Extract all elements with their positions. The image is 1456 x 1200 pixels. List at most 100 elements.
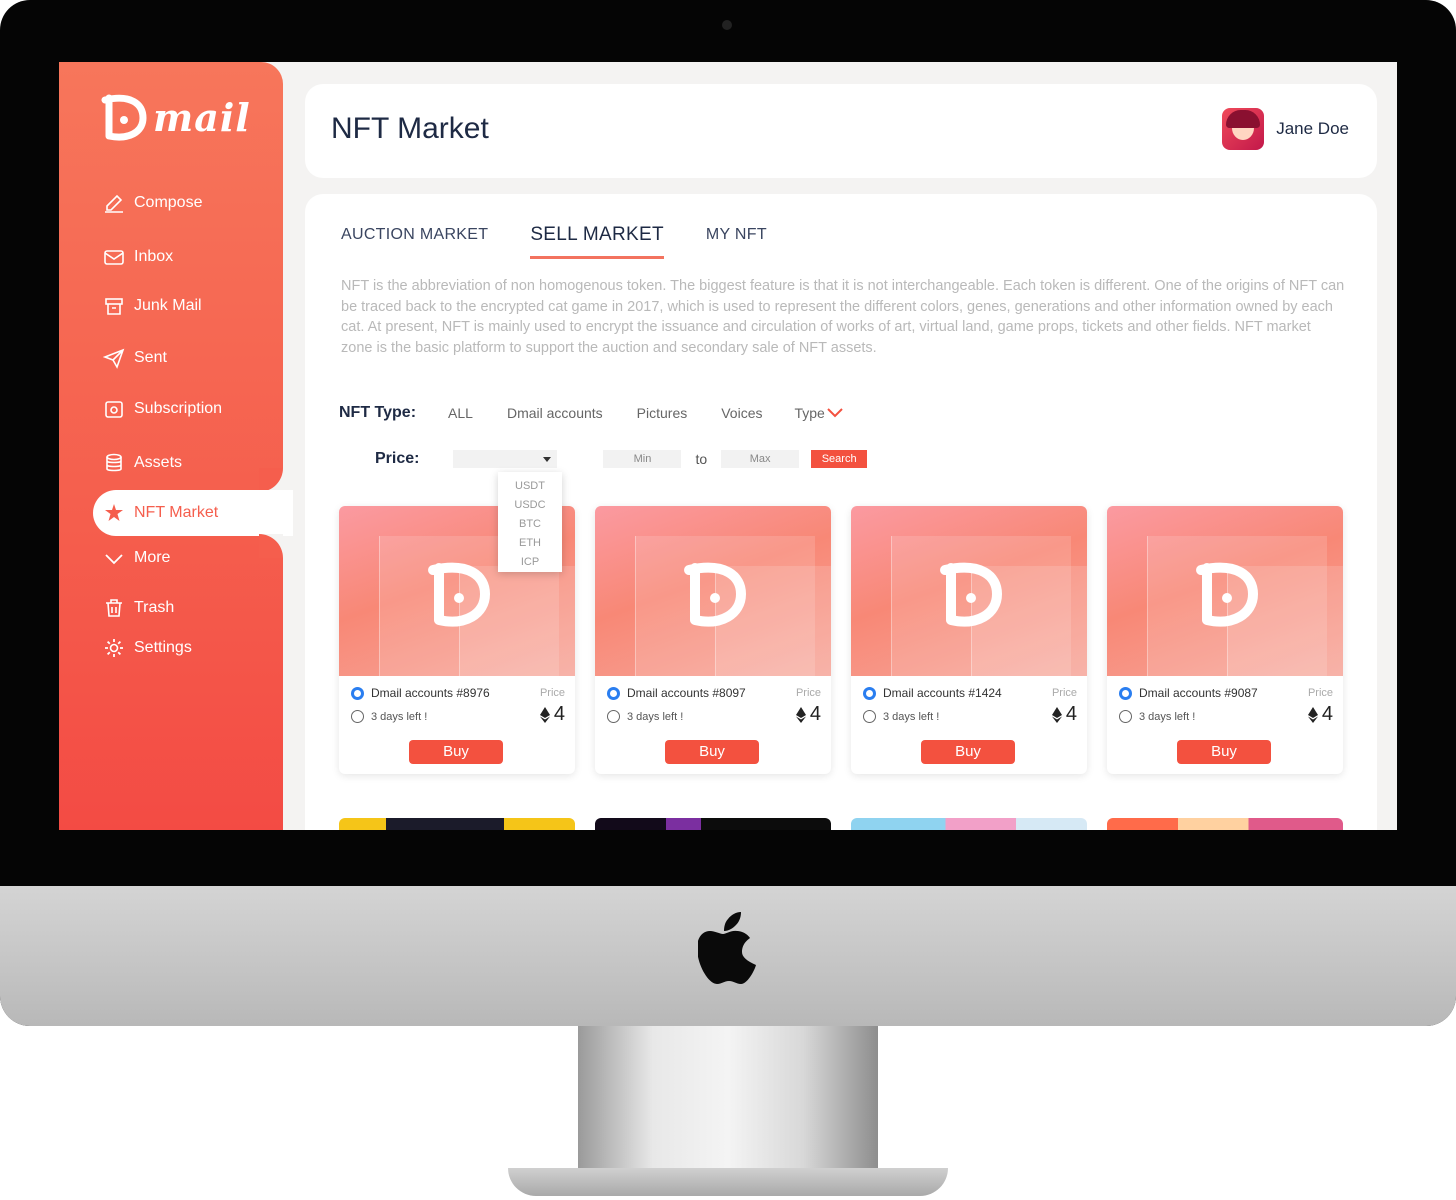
sidebar-item-trash[interactable]: Trash <box>103 595 174 621</box>
sidebar-item-assets[interactable]: Assets <box>103 450 182 476</box>
nft-card-grid: Dmail accounts #8976 Price 3 days left !… <box>339 506 1343 774</box>
currency-select[interactable] <box>453 450 558 468</box>
monitor-chin <box>0 886 1456 1026</box>
eth-icon <box>1051 706 1062 723</box>
price-label: Price <box>1307 687 1333 699</box>
eth-icon <box>795 706 806 723</box>
brand-logo[interactable]: mail <box>101 90 251 144</box>
monitor-stand-neck <box>578 1026 878 1176</box>
max-price-input[interactable]: Max <box>721 450 800 468</box>
price-filter: Price: Min to Max Search <box>375 450 868 468</box>
nft-thumbnail[interactable] <box>339 818 575 830</box>
price-amount: 4 <box>809 703 821 725</box>
apple-logo-icon <box>698 912 756 984</box>
subscription-icon <box>105 401 123 418</box>
price-label: Price <box>795 687 821 699</box>
buy-button[interactable]: Buy <box>1177 740 1271 764</box>
nft-image[interactable] <box>851 506 1087 676</box>
dmail-logo-icon <box>101 94 147 141</box>
screen: mail Compose Inbox Junk Mail Sent Subscr… <box>59 62 1397 830</box>
type-option-voices[interactable]: Voices <box>721 405 762 421</box>
time-left: 3 days left ! <box>883 710 940 723</box>
nft-card-grid-row-2 <box>339 818 1343 830</box>
chevron-down-icon <box>105 554 123 565</box>
nft-market-icon <box>105 504 123 521</box>
nft-card[interactable]: Dmail accounts #9087 Price 3 days left !… <box>1107 506 1343 774</box>
currency-option-eth[interactable]: ETH <box>498 534 562 553</box>
clock-icon <box>351 710 364 723</box>
currency-option-usdc[interactable]: USDC <box>498 496 562 515</box>
junk-icon <box>105 298 123 315</box>
clock-icon <box>1119 710 1132 723</box>
tab-sell-market[interactable]: SELL MARKET <box>530 224 664 259</box>
gear-icon <box>105 639 123 657</box>
price-amount: 4 <box>553 703 565 725</box>
nft-name: Dmail accounts #1424 <box>883 686 1002 700</box>
buy-button[interactable]: Buy <box>921 740 1015 764</box>
monitor-stand-foot <box>508 1168 948 1196</box>
sidebar-item-settings[interactable]: Settings <box>103 635 192 661</box>
header-bar: NFT Market Jane Doe <box>305 84 1377 178</box>
sidebar-item-nft-market[interactable]: NFT Market <box>103 500 218 526</box>
chevron-down-icon <box>827 408 843 418</box>
nft-thumbnail[interactable] <box>1107 818 1343 830</box>
user-name: Jane Doe <box>1276 119 1349 138</box>
to-label: to <box>695 451 708 467</box>
market-panel: AUCTION MARKET SELL MARKET MY NFT NFT is… <box>305 194 1377 830</box>
sidebar-item-label: Trash <box>134 599 175 616</box>
eth-icon <box>1307 706 1318 723</box>
card-info: Dmail accounts #1424 Price 3 days left !… <box>863 686 1077 726</box>
clock-icon <box>863 710 876 723</box>
nft-name: Dmail accounts #8097 <box>627 686 746 700</box>
active-curve-top <box>259 468 283 492</box>
nft-card[interactable]: Dmail accounts #8097 Price 3 days left !… <box>595 506 831 774</box>
nft-card[interactable]: Dmail accounts #1424 Price 3 days left !… <box>851 506 1087 774</box>
sidebar-item-subscription[interactable]: Subscription <box>103 396 222 422</box>
price-amount: 4 <box>1065 703 1077 725</box>
sidebar-item-label: Settings <box>134 639 192 656</box>
currency-option-icp[interactable]: ICP <box>498 553 562 572</box>
nft-type-filter: NFT Type: ALL Dmail accounts Pictures Vo… <box>339 404 843 422</box>
sidebar-item-label: Sent <box>134 349 167 366</box>
type-option-dmail-accounts[interactable]: Dmail accounts <box>507 405 603 421</box>
sidebar-item-junk-mail[interactable]: Junk Mail <box>103 293 202 319</box>
buy-button[interactable]: Buy <box>409 740 503 764</box>
card-info: Dmail accounts #8097 Price 3 days left !… <box>607 686 821 726</box>
dmail-logo-icon <box>684 562 747 627</box>
user-profile[interactable]: Jane Doe <box>1222 108 1349 150</box>
camera <box>722 20 732 30</box>
sidebar-item-sent[interactable]: Sent <box>103 345 167 371</box>
type-option-all[interactable]: ALL <box>448 405 473 421</box>
sidebar-item-inbox[interactable]: Inbox <box>103 244 173 270</box>
compose-icon <box>105 194 123 213</box>
dmail-logo-icon <box>428 562 491 627</box>
min-price-input[interactable]: Min <box>603 450 682 468</box>
monitor-frame: mail Compose Inbox Junk Mail Sent Subscr… <box>0 0 1456 1026</box>
sidebar-item-compose[interactable]: Compose <box>103 190 202 216</box>
currency-option-usdt[interactable]: USDT <box>498 477 562 496</box>
price-value: 4 <box>539 703 565 726</box>
sidebar-item-label: Compose <box>134 194 203 211</box>
currency-option-btc[interactable]: BTC <box>498 515 562 534</box>
inbox-icon <box>104 250 124 265</box>
avatar[interactable] <box>1222 108 1265 150</box>
sidebar-item-more[interactable]: More <box>103 545 170 571</box>
price-label: Price <box>539 687 565 699</box>
nft-image[interactable] <box>1107 506 1343 676</box>
nft-thumbnail[interactable] <box>851 818 1087 830</box>
tab-my-nft[interactable]: MY NFT <box>706 226 767 259</box>
nft-image[interactable] <box>595 506 831 676</box>
buy-button[interactable]: Buy <box>665 740 759 764</box>
trash-icon <box>106 599 122 617</box>
active-curve-bottom <box>259 534 283 558</box>
price-value: 4 <box>1051 703 1077 726</box>
tab-auction-market[interactable]: AUCTION MARKET <box>341 226 488 259</box>
price-value: 4 <box>795 703 821 726</box>
type-dropdown[interactable]: Type <box>794 405 843 421</box>
dmail-badge-icon <box>863 686 876 700</box>
nft-thumbnail[interactable] <box>595 818 831 830</box>
dmail-logo-icon <box>1196 562 1259 627</box>
time-left: 3 days left ! <box>1139 710 1196 723</box>
search-button[interactable]: Search <box>811 450 868 468</box>
type-option-pictures[interactable]: Pictures <box>637 405 688 421</box>
